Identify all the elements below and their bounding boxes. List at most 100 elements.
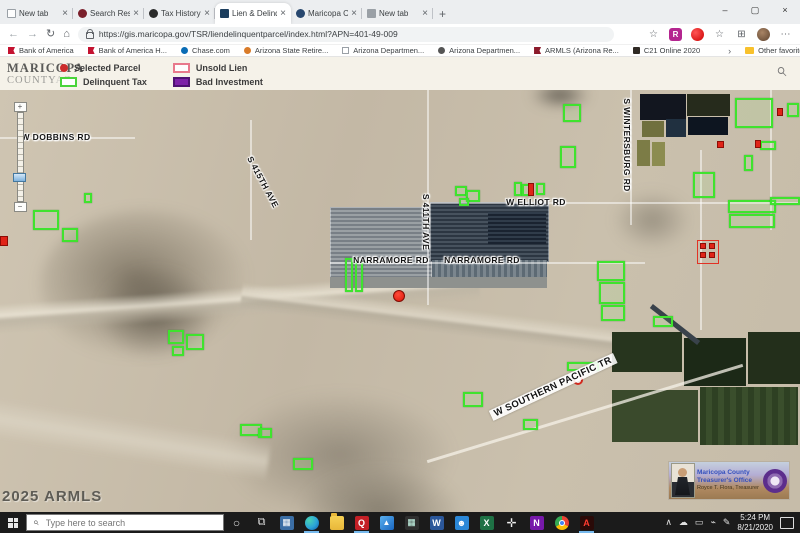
home-icon[interactable]: ⌂	[63, 29, 70, 40]
bookmark-az-state-retirement[interactable]: Arizona State Retire...	[244, 46, 328, 55]
display-icon[interactable]: ▭	[695, 517, 704, 528]
map-parcel-delinquent[interactable]	[293, 458, 313, 470]
edge-icon[interactable]	[299, 512, 324, 533]
action-center-icon[interactable]	[780, 517, 794, 529]
tab-close-icon[interactable]: ×	[280, 9, 286, 19]
pen-icon[interactable]: ✎	[723, 517, 731, 528]
map-parcel-delinquent[interactable]	[258, 428, 272, 438]
zoom-slider-track[interactable]	[17, 112, 24, 202]
map-parcel-delinquent[interactable]	[84, 193, 92, 203]
more-menu-icon[interactable]: ⋯	[779, 28, 792, 41]
tab-new-tab-1[interactable]: New tab ×	[2, 3, 73, 24]
calculator-icon[interactable]: ▦	[399, 512, 424, 533]
map-parcel-delinquent[interactable]	[693, 172, 715, 198]
search-icon[interactable]: ⌕	[770, 60, 792, 82]
r-extension-icon[interactable]: R	[669, 28, 682, 41]
adblock-extension-icon[interactable]	[691, 28, 704, 41]
map-parcel-lien[interactable]	[709, 243, 715, 249]
map-parcel-delinquent[interactable]	[172, 346, 184, 356]
photos-icon[interactable]: ▲	[374, 512, 399, 533]
quicken-icon[interactable]: Q	[349, 512, 374, 533]
map-parcel-delinquent[interactable]	[787, 103, 799, 117]
tab-close-icon[interactable]: ×	[62, 9, 68, 19]
collections-icon[interactable]: ⊞	[735, 28, 748, 41]
map-parcel-delinquent[interactable]	[729, 214, 775, 228]
map-parcel-delinquent[interactable]	[459, 198, 469, 206]
gis-map-canvas[interactable]: W DOBBINS RDS 415TH AVES 411TH AVEW ELLI…	[0, 90, 800, 512]
map-parcel-delinquent[interactable]	[560, 146, 576, 168]
map-parcel-delinquent[interactable]	[514, 182, 522, 196]
back-icon[interactable]: ←	[8, 29, 19, 40]
zoom-in-button[interactable]: +	[14, 102, 27, 112]
map-parcel-delinquent[interactable]	[599, 282, 625, 304]
bookmarks-overflow-icon[interactable]: ›	[728, 46, 731, 56]
profile-avatar-icon[interactable]	[757, 28, 770, 41]
tray-chevron-icon[interactable]: ∧	[665, 517, 672, 528]
task-view-icon[interactable]: ⧉	[249, 512, 274, 533]
map-parcel-delinquent[interactable]	[728, 200, 776, 213]
acrobat-icon[interactable]: A	[574, 512, 599, 533]
tab-maricopa-assessor[interactable]: Maricopa County Asse ×	[291, 3, 362, 24]
map-parcel-delinquent[interactable]	[653, 316, 673, 327]
cortana-icon[interactable]: ○	[224, 512, 249, 533]
zoom-out-button[interactable]: −	[14, 202, 27, 212]
favorites-bar-icon[interactable]: ☆	[713, 28, 726, 41]
map-parcel-lien[interactable]	[700, 252, 706, 258]
excel-icon[interactable]: X	[474, 512, 499, 533]
tab-close-icon[interactable]: ×	[204, 9, 210, 19]
map-parcel-lien[interactable]	[777, 108, 783, 116]
map-parcel-delinquent[interactable]	[563, 104, 581, 122]
other-favorites-button[interactable]: Other favorites	[745, 46, 800, 55]
tab-close-icon[interactable]: ×	[351, 9, 357, 19]
map-parcel-delinquent[interactable]	[463, 392, 483, 407]
map-parcel-delinquent[interactable]	[536, 183, 545, 195]
map-parcel-delinquent[interactable]	[744, 155, 753, 171]
map-parcel-delinquent[interactable]	[186, 334, 204, 350]
map-parcel-lien[interactable]	[0, 236, 8, 246]
remote-desktop-icon[interactable]: ✛	[499, 512, 524, 533]
word-icon[interactable]: W	[424, 512, 449, 533]
taskbar-clock[interactable]: 5:24 PM 8/21/2020	[737, 513, 773, 532]
new-tab-button[interactable]: +	[439, 7, 446, 21]
window-minimize-button[interactable]: –	[710, 0, 740, 20]
bookmark-c21-online[interactable]: C21 Online 2020	[633, 46, 700, 55]
map-parcel-delinquent[interactable]	[597, 261, 625, 281]
map-parcel-delinquent[interactable]	[760, 141, 776, 150]
map-parcel-delinquent[interactable]	[62, 228, 78, 242]
window-maximize-button[interactable]: ▢	[740, 0, 770, 20]
taskbar-search-box[interactable]: ⌕	[26, 514, 224, 531]
tab-close-icon[interactable]: ×	[133, 9, 139, 19]
bank-app-icon[interactable]: ▦	[274, 512, 299, 533]
onenote-icon[interactable]: N	[524, 512, 549, 533]
map-parcel-lien[interactable]	[709, 252, 715, 258]
people-icon[interactable]: ☻	[449, 512, 474, 533]
map-parcel-delinquent[interactable]	[735, 98, 773, 128]
map-parcel-lien[interactable]	[528, 183, 534, 196]
forward-icon[interactable]: →	[27, 29, 38, 40]
selected-parcel-dot[interactable]	[393, 290, 405, 302]
bookmark-bank-of-america[interactable]: Bank of America	[8, 46, 74, 55]
bookmark-az-department-1[interactable]: Arizona Departmen...	[342, 46, 424, 55]
tab-tax-history[interactable]: Tax History ×	[144, 3, 215, 24]
map-parcel-delinquent[interactable]	[601, 305, 625, 321]
map-parcel-delinquent[interactable]	[345, 258, 353, 292]
tab-close-icon[interactable]: ×	[422, 9, 428, 19]
map-parcel-lien[interactable]	[700, 243, 706, 249]
bookmark-bank-of-america-h[interactable]: Bank of America H...	[88, 46, 167, 55]
bookmark-armls[interactable]: ARMLS (Arizona Re...	[534, 46, 619, 55]
zoom-slider-handle[interactable]	[13, 173, 26, 182]
tab-new-tab-2[interactable]: New tab ×	[362, 3, 433, 24]
onedrive-icon[interactable]: ☁	[679, 517, 688, 528]
chrome-icon[interactable]	[549, 512, 574, 533]
map-parcel-lien[interactable]	[717, 141, 724, 148]
map-parcel-delinquent[interactable]	[33, 210, 59, 230]
refresh-icon[interactable]: ↻	[46, 29, 55, 40]
map-parcel-delinquent[interactable]	[770, 197, 800, 205]
address-bar[interactable]: https://gis.maricopa.gov/TSR/liendelinqu…	[78, 27, 614, 42]
tab-lien-delinquent[interactable]: Lien & Delinquent Par ×	[215, 3, 291, 24]
favorite-star-icon[interactable]: ☆	[647, 28, 660, 41]
usb-icon[interactable]: ⌁	[710, 517, 715, 528]
bookmark-chase[interactable]: Chase.com	[181, 46, 230, 55]
map-parcel-delinquent[interactable]	[168, 330, 184, 344]
map-parcel-delinquent[interactable]	[523, 419, 538, 430]
